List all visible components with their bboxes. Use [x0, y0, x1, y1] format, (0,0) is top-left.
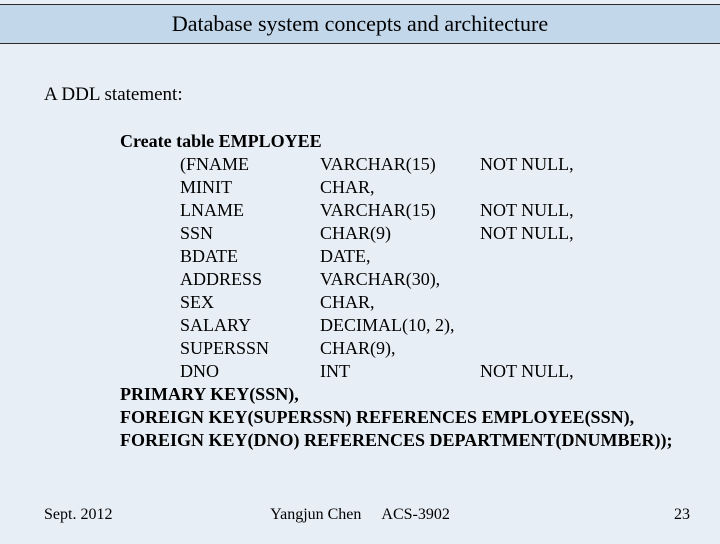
column-row: LNAME VARCHAR(15) NOT NULL, [120, 199, 720, 222]
column-type: INT [320, 360, 480, 383]
column-name: LNAME [180, 199, 320, 222]
footer: Sept. 2012 Yangjun Chen ACS-3902 23 [0, 506, 720, 524]
column-row: SEX CHAR, [120, 291, 720, 314]
column-name: SALARY [180, 314, 320, 337]
column-name: (FNAME [180, 153, 320, 176]
foreign-key-line: FOREIGN KEY(DNO) REFERENCES DEPARTMENT(D… [120, 429, 720, 452]
column-type: DECIMAL(10, 2), [320, 314, 480, 337]
footer-date: Sept. 2012 [44, 506, 112, 524]
column-name: SEX [180, 291, 320, 314]
column-constraint: NOT NULL, [480, 153, 574, 176]
create-line: Create table EMPLOYEE [120, 130, 720, 153]
primary-key-line: PRIMARY KEY(SSN), [120, 383, 720, 406]
footer-course: ACS-3902 [381, 506, 449, 523]
column-constraint: NOT NULL, [480, 222, 574, 245]
footer-center: Yangjun Chen ACS-3902 [270, 506, 450, 524]
column-row: BDATE DATE, [120, 245, 720, 268]
column-name: SUPERSSN [180, 337, 320, 360]
column-type: CHAR(9), [320, 337, 480, 360]
column-type: CHAR, [320, 291, 480, 314]
column-row: ADDRESS VARCHAR(30), [120, 268, 720, 291]
column-type: CHAR(9) [320, 222, 480, 245]
column-type: VARCHAR(15) [320, 153, 480, 176]
column-row: DNO INT NOT NULL, [120, 360, 720, 383]
column-row: MINIT CHAR, [120, 176, 720, 199]
column-type: VARCHAR(30), [320, 268, 480, 291]
title-band: Database system concepts and architectur… [0, 4, 720, 44]
footer-author: Yangjun Chen [270, 506, 361, 523]
column-row: (FNAME VARCHAR(15) NOT NULL, [120, 153, 720, 176]
intro-text: A DDL statement: [44, 84, 720, 106]
column-name: SSN [180, 222, 320, 245]
column-name: DNO [180, 360, 320, 383]
column-name: BDATE [180, 245, 320, 268]
ddl-block: Create table EMPLOYEE (FNAME VARCHAR(15)… [120, 130, 720, 452]
column-constraint: NOT NULL, [480, 199, 574, 222]
column-row: SSN CHAR(9) NOT NULL, [120, 222, 720, 245]
column-type: DATE, [320, 245, 480, 268]
column-name: ADDRESS [180, 268, 320, 291]
column-type: CHAR, [320, 176, 480, 199]
column-type: VARCHAR(15) [320, 199, 480, 222]
column-row: SUPERSSN CHAR(9), [120, 337, 720, 360]
page-title: Database system concepts and architectur… [172, 11, 548, 37]
foreign-key-line: FOREIGN KEY(SUPERSSN) REFERENCES EMPLOYE… [120, 406, 720, 429]
column-constraint: NOT NULL, [480, 360, 574, 383]
column-row: SALARY DECIMAL(10, 2), [120, 314, 720, 337]
footer-page: 23 [674, 506, 690, 524]
column-name: MINIT [180, 176, 320, 199]
